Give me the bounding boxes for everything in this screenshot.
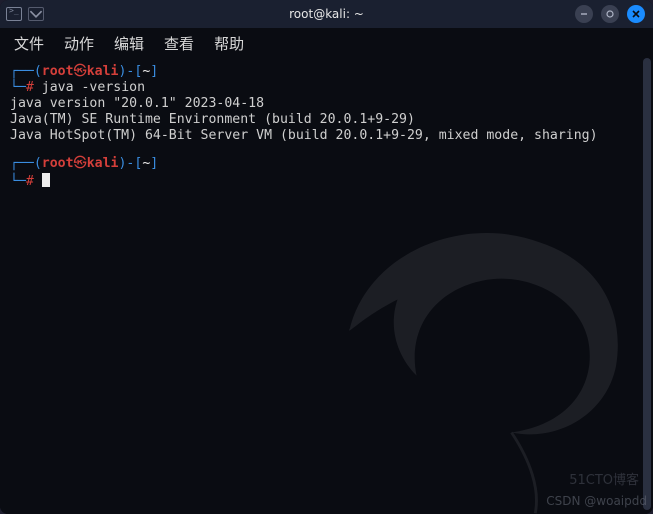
watermark-51cto: 51CTO博客 — [569, 469, 639, 488]
prompt-line-2: └─# — [10, 173, 643, 190]
terminal-area[interactable]: ┌──(root㉿kali)-[~] └─# java -version jav… — [0, 58, 653, 514]
window-title: root@kali: ~ — [289, 7, 364, 21]
terminal-window: root@kali: ~ 文件 动作 编辑 查看 帮助 ┌──(root㉿kal… — [0, 0, 653, 514]
output-line: java version "20.0.1" 2023-04-18 — [10, 96, 643, 112]
maximize-icon — [605, 9, 615, 19]
maximize-button[interactable] — [601, 5, 619, 23]
output-line: Java HotSpot(TM) 64-Bit Server VM (build… — [10, 128, 643, 144]
close-icon — [631, 9, 641, 19]
prompt-line-1: ┌──(root㉿kali)-[~] — [10, 156, 643, 172]
minimize-button[interactable] — [575, 5, 593, 23]
prompt-block: ┌──(root㉿kali)-[~] └─# — [10, 156, 643, 189]
menu-help[interactable]: 帮助 — [208, 29, 250, 58]
spacer — [10, 144, 643, 156]
menu-file[interactable]: 文件 — [8, 29, 50, 58]
output-line: Java(TM) SE Runtime Environment (build 2… — [10, 112, 643, 128]
prompt-line-2: └─# java -version — [10, 80, 643, 96]
menu-action[interactable]: 动作 — [58, 29, 100, 58]
scrollbar-thumb[interactable] — [643, 58, 651, 510]
minimize-icon — [579, 9, 589, 19]
cursor — [42, 173, 50, 187]
close-button[interactable] — [627, 5, 645, 23]
menubar: 文件 动作 编辑 查看 帮助 — [0, 28, 653, 58]
watermark-csdn: CSDN @woaipdd — [546, 494, 647, 508]
titlebar-left — [6, 7, 44, 21]
titlebar: root@kali: ~ — [0, 0, 653, 28]
terminal-icon — [6, 7, 22, 21]
prompt-line-1: ┌──(root㉿kali)-[~] — [10, 64, 643, 80]
menu-edit[interactable]: 编辑 — [108, 29, 150, 58]
command-text: java -version — [42, 80, 145, 95]
kali-dragon-bg — [273, 138, 653, 514]
scrollbar[interactable] — [643, 58, 651, 510]
chevron-down-icon — [29, 7, 43, 21]
window-controls — [575, 5, 645, 23]
menu-view[interactable]: 查看 — [158, 29, 200, 58]
new-tab-button[interactable] — [28, 7, 44, 21]
prompt-block: ┌──(root㉿kali)-[~] └─# java -version jav… — [10, 64, 643, 144]
